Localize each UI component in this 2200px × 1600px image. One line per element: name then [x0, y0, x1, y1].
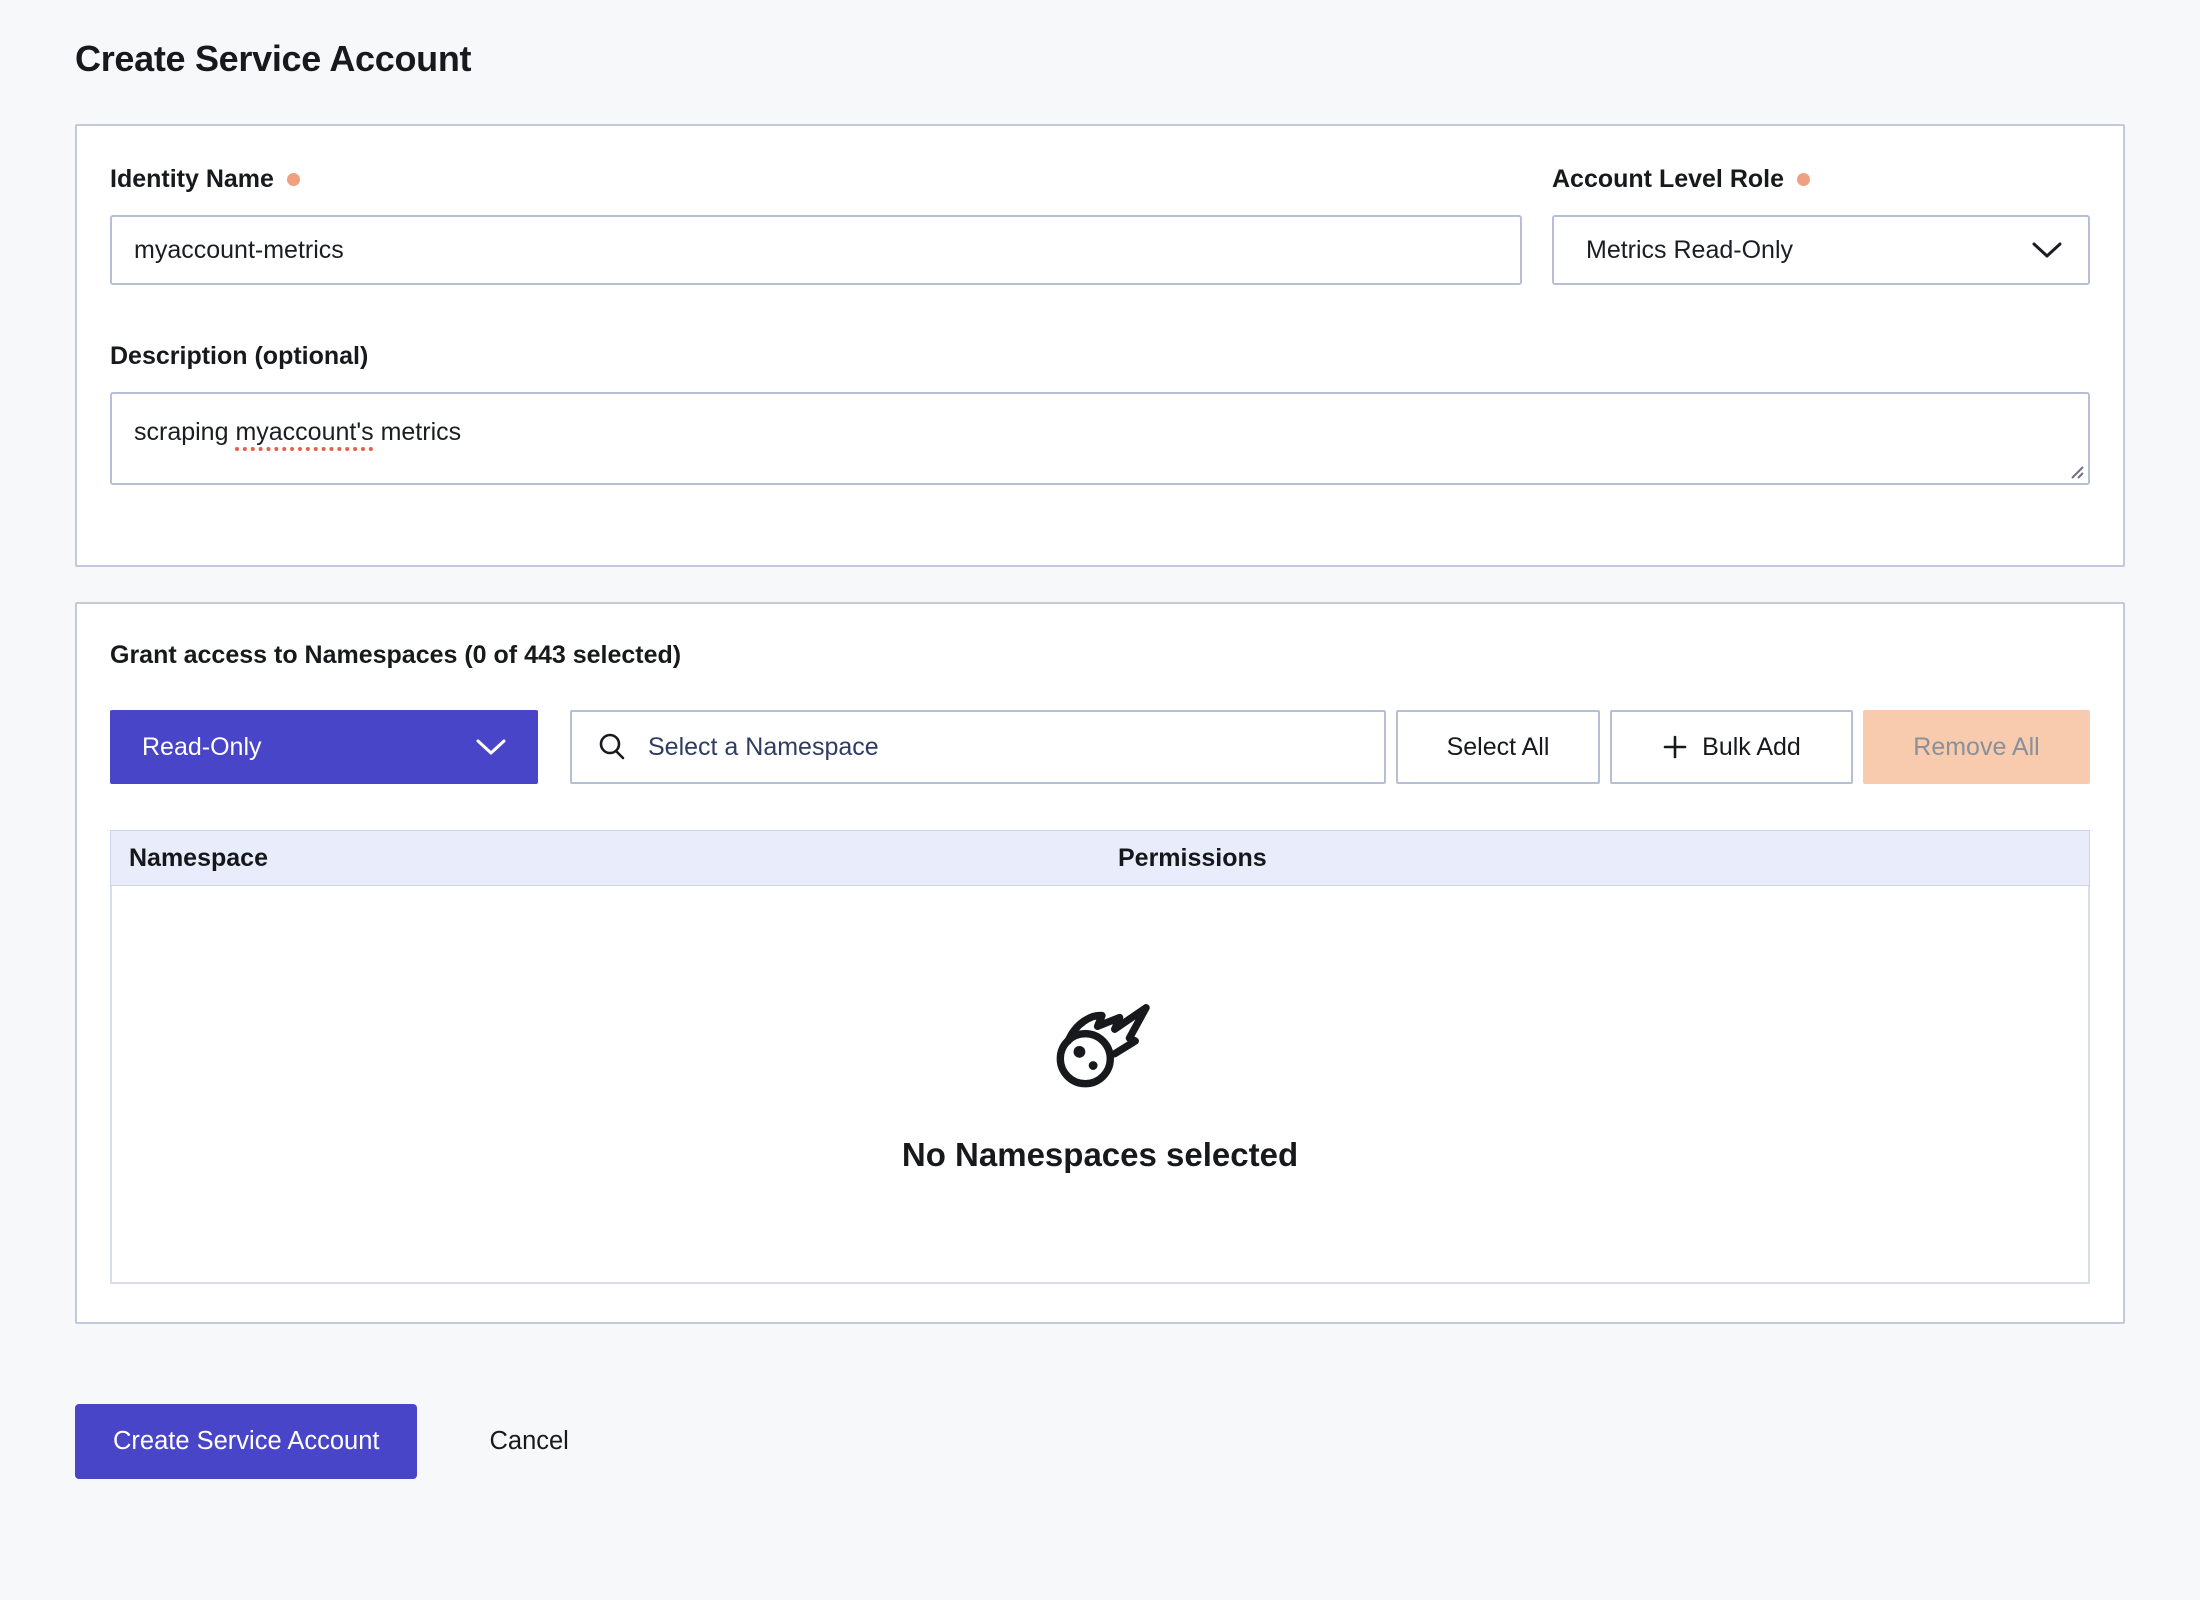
chevron-down-icon — [2032, 242, 2062, 259]
create-service-account-button[interactable]: Create Service Account — [75, 1404, 417, 1479]
remove-all-label: Remove All — [1913, 733, 2039, 762]
select-all-label: Select All — [1447, 733, 1550, 762]
chevron-down-icon — [476, 739, 506, 756]
select-all-button[interactable]: Select All — [1396, 710, 1600, 784]
identity-name-input[interactable] — [110, 215, 1522, 285]
namespace-search-input[interactable] — [646, 732, 1360, 763]
comet-icon — [1046, 994, 1154, 1092]
required-dot-icon — [1797, 173, 1810, 186]
account-level-role-label-text: Account Level Role — [1552, 164, 1784, 194]
account-level-role-field-group: Account Level Role Metrics Read-Only — [1552, 164, 2090, 285]
identity-name-label-text: Identity Name — [110, 164, 274, 194]
description-text-after: metrics — [374, 418, 462, 446]
form-actions: Create Service Account Cancel — [75, 1404, 2125, 1479]
empty-state-message: No Namespaces selected — [902, 1136, 1298, 1174]
cancel-button[interactable]: Cancel — [483, 1426, 574, 1457]
description-field-group: Description (optional) scraping myaccoun… — [110, 341, 2090, 485]
namespaces-toolbar: Read-Only Select All — [110, 710, 2090, 784]
search-icon — [596, 731, 628, 763]
plus-icon — [1662, 734, 1688, 760]
column-header-permissions: Permissions — [1100, 844, 2089, 873]
namespaces-table: Namespace Permissions No Namespaces sele… — [110, 830, 2090, 1284]
identity-name-label: Identity Name — [110, 164, 1522, 194]
permission-dropdown-value: Read-Only — [142, 733, 262, 762]
create-service-account-page: Create Service Account Identity Name Acc… — [0, 0, 2200, 1479]
description-label-text: Description (optional) — [110, 341, 368, 371]
namespaces-table-empty-state: No Namespaces selected — [110, 886, 2090, 1284]
description-label: Description (optional) — [110, 341, 2090, 371]
namespaces-heading: Grant access to Namespaces (0 of 443 sel… — [110, 640, 2090, 670]
remove-all-button[interactable]: Remove All — [1863, 710, 2090, 784]
account-level-role-label: Account Level Role — [1552, 164, 2090, 194]
bulk-add-label: Bulk Add — [1702, 733, 1801, 762]
namespace-search[interactable] — [570, 710, 1386, 784]
permission-dropdown[interactable]: Read-Only — [110, 710, 538, 784]
description-text-before: scraping — [134, 418, 235, 446]
description-text-misspelled: myaccount's — [235, 418, 373, 446]
resize-handle-icon[interactable] — [2068, 463, 2086, 481]
bulk-add-button[interactable]: Bulk Add — [1610, 710, 1853, 784]
identity-name-field-group: Identity Name — [110, 164, 1522, 285]
service-account-form-card: Identity Name Account Level Role Metrics… — [75, 124, 2125, 567]
page-title: Create Service Account — [75, 38, 2125, 80]
namespaces-table-header: Namespace Permissions — [110, 830, 2090, 886]
description-textarea[interactable]: scraping myaccount's metrics — [110, 392, 2090, 485]
column-header-namespace: Namespace — [111, 844, 1100, 873]
namespaces-card: Grant access to Namespaces (0 of 443 sel… — [75, 602, 2125, 1324]
required-dot-icon — [287, 173, 300, 186]
account-level-role-selected-value: Metrics Read-Only — [1586, 236, 1793, 265]
account-level-role-select[interactable]: Metrics Read-Only — [1552, 215, 2090, 285]
